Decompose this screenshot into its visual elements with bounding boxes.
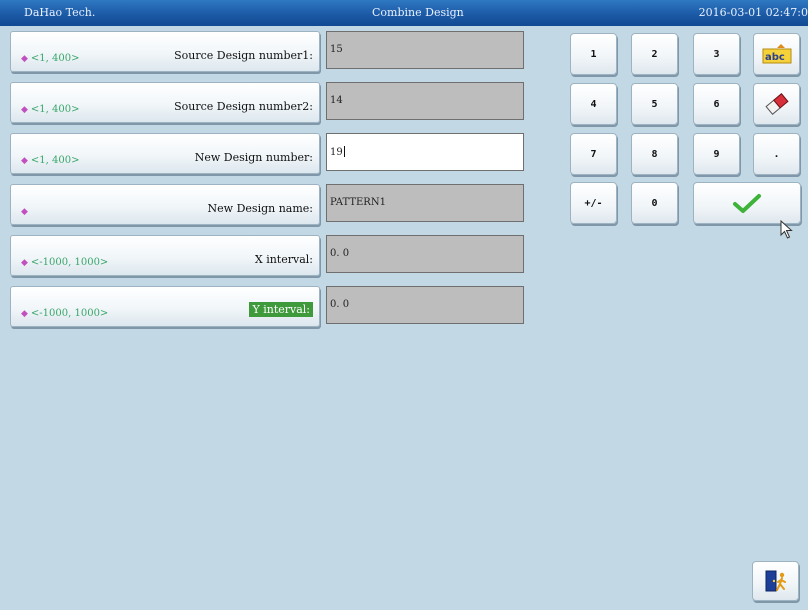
confirm-button[interactable]	[693, 182, 801, 224]
range-hint: ◆	[21, 206, 31, 217]
key-4[interactable]: 4	[570, 83, 617, 125]
checkmark-icon	[733, 194, 761, 213]
param-x-interval[interactable]: ◆ <-1000, 1000> X interval:	[10, 235, 320, 276]
key-2[interactable]: 2	[631, 33, 678, 75]
param-label: New Design number:	[194, 151, 313, 164]
range-hint: ◆ <-1000, 1000>	[21, 308, 109, 319]
diamond-icon: ◆	[21, 258, 28, 268]
range-hint: ◆ <1, 400>	[21, 104, 80, 115]
diamond-icon: ◆	[21, 207, 28, 217]
key-9[interactable]: 9	[693, 133, 740, 175]
param-source-design-number1[interactable]: ◆ <1, 400> Source Design number1:	[10, 31, 320, 72]
key-5[interactable]: 5	[631, 83, 678, 125]
value-field-new-design-name[interactable]: PATTERN1	[326, 184, 524, 222]
param-y-interval[interactable]: ◆ <-1000, 1000> Y interval:	[10, 286, 320, 327]
key-decimal-point[interactable]: .	[753, 133, 800, 175]
key-1[interactable]: 1	[570, 33, 617, 75]
range-hint: ◆ <1, 400>	[21, 53, 80, 64]
diamond-icon: ◆	[21, 105, 28, 115]
param-label: New Design name:	[207, 202, 313, 215]
clear-button[interactable]	[753, 83, 800, 125]
param-new-design-name[interactable]: ◆ New Design name:	[10, 184, 320, 225]
key-3[interactable]: 3	[693, 33, 740, 75]
svg-text:abc: abc	[765, 52, 785, 63]
range-hint: ◆ <-1000, 1000>	[21, 257, 109, 268]
mouse-cursor-icon	[780, 220, 793, 239]
window-title: Combine Design	[372, 6, 464, 19]
abc-input-icon: abc	[762, 44, 791, 64]
param-label: Source Design number1:	[174, 49, 313, 62]
key-6[interactable]: 6	[693, 83, 740, 125]
param-source-design-number2[interactable]: ◆ <1, 400> Source Design number2:	[10, 82, 320, 123]
value-field-new-design-number[interactable]: 19	[326, 133, 524, 171]
eraser-icon	[764, 93, 789, 115]
diamond-icon: ◆	[21, 156, 28, 166]
value-field-source-design-number2[interactable]: 14	[326, 82, 524, 120]
param-new-design-number[interactable]: ◆ <1, 400> New Design number:	[10, 133, 320, 174]
exit-button[interactable]	[752, 561, 799, 601]
diamond-icon: ◆	[21, 54, 28, 64]
diamond-icon: ◆	[21, 309, 28, 319]
exit-door-icon	[765, 570, 786, 592]
range-hint: ◆ <1, 400>	[21, 155, 80, 166]
param-label: Source Design number2:	[174, 100, 313, 113]
text-caret	[343, 146, 345, 157]
key-8[interactable]: 8	[631, 133, 678, 175]
param-label: X interval:	[254, 253, 313, 266]
abc-input-button[interactable]: abc	[753, 33, 800, 75]
key-plus-minus[interactable]: +/-	[570, 182, 617, 224]
value-field-source-design-number1[interactable]: 15	[326, 31, 524, 69]
value-field-y-interval[interactable]: 0. 0	[326, 286, 524, 324]
key-7[interactable]: 7	[570, 133, 617, 175]
datetime-display: 2016-03-01 02:47:0	[698, 6, 808, 19]
title-bar: DaHao Tech. Combine Design 2016-03-01 02…	[0, 0, 808, 26]
key-0[interactable]: 0	[631, 182, 678, 224]
value-field-x-interval[interactable]: 0. 0	[326, 235, 524, 273]
app-name: DaHao Tech.	[24, 6, 96, 19]
param-label-selected: Y interval:	[249, 302, 313, 317]
